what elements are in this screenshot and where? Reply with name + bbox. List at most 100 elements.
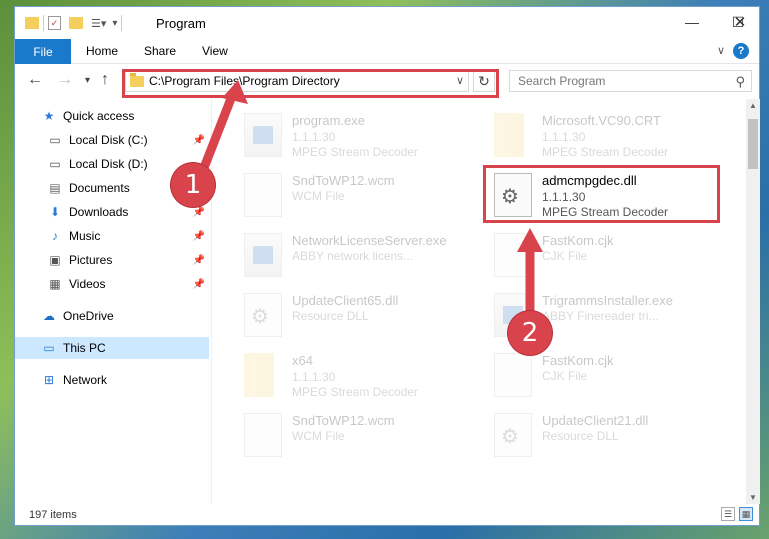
file-description: ABBY network licens... [292, 249, 414, 263]
sidebar-item-label: Local Disk (C:) [69, 133, 148, 147]
file-item[interactable]: ⚙ UpdateClient65.dll Resource DLL [234, 287, 474, 343]
file-item[interactable]: NetworkLicenseServer.exe ABBY network li… [234, 227, 474, 283]
sidebar-item-label: Downloads [69, 205, 129, 219]
exe-icon [244, 233, 282, 277]
file-item[interactable]: FastKom.cjk CJK File [484, 227, 724, 283]
window-title: Program [156, 16, 206, 31]
file-item[interactable]: SndToWP12.wcm WCM File [234, 407, 474, 463]
file-description: MPEG Stream Decoder [542, 145, 669, 159]
tiles-view-icon[interactable]: ▦ [739, 507, 753, 521]
expand-ribbon-icon[interactable]: ∨ [717, 44, 725, 57]
back-arrow-icon[interactable]: ← [27, 71, 43, 89]
customize-toolbar-icon[interactable]: ☰▾ [91, 17, 106, 30]
up-arrow-icon[interactable]: ↑ [101, 71, 109, 89]
navigation-pane: ★ Quick access ▭ Local Disk (C:) 📌 ▭ Loc… [15, 99, 211, 504]
search-placeholder: Search Program [518, 74, 606, 88]
tab-view[interactable]: View [202, 44, 228, 58]
scroll-down-icon[interactable]: ▼ [749, 493, 757, 502]
sidebar-item-downloads[interactable]: ⬇ Downloads 📌 [15, 201, 209, 223]
file-item[interactable]: ⚙ UpdateClient21.dll Resource DLL [484, 407, 724, 463]
sidebar-item-label: Local Disk (D:) [69, 157, 148, 171]
chevron-down-icon[interactable]: ▾ [112, 18, 117, 29]
sidebar-item-label: Documents [69, 181, 130, 195]
ribbon: File Home Share View ∨ ? [15, 39, 759, 64]
file-list: program.exe 1.1.1.30 MPEG Stream Decoder… [220, 99, 745, 504]
drive-icon: ▭ [49, 133, 61, 147]
file-item[interactable]: SndToWP12.wcm WCM File [234, 167, 474, 223]
file-item[interactable]: x64 1.1.1.30 MPEG Stream Decoder [234, 347, 474, 403]
properties-icon[interactable]: ✓ [48, 16, 61, 30]
file-version: 1.1.1.30 [292, 130, 336, 144]
pin-icon: 📌 [192, 230, 205, 242]
file-name: program.exe [292, 113, 365, 128]
sidebar-item-quick-access[interactable]: ★ Quick access [15, 105, 209, 127]
file-name: SndToWP12.wcm [292, 413, 395, 428]
step-1-badge: 1 [171, 163, 215, 207]
file-icon [494, 353, 532, 397]
music-icon: ♪ [52, 229, 58, 243]
file-icon [494, 233, 532, 277]
pin-icon: 📌 [192, 134, 205, 146]
cloud-icon: ☁ [43, 309, 55, 323]
vertical-scrollbar[interactable]: ▲ ▼ [746, 99, 760, 504]
sidebar-item-music[interactable]: ♪ Music 📌 [15, 225, 209, 247]
computer-icon: ▭ [43, 341, 55, 355]
sidebar-item-videos[interactable]: ▦ Videos 📌 [15, 273, 209, 295]
file-description: ABBY Finereader tri... [542, 309, 659, 323]
pin-icon: 📌 [192, 278, 205, 290]
dll-gear-icon: ⚙ [244, 293, 282, 337]
scroll-up-icon[interactable]: ▲ [749, 101, 757, 110]
network-icon: ⊞ [43, 373, 55, 387]
sidebar-item-label: Quick access [63, 109, 135, 123]
details-view-icon[interactable]: ☰ [721, 507, 735, 521]
address-highlight-box [122, 69, 499, 98]
status-bar: 197 items ☰ ▦ [15, 504, 759, 526]
new-folder-icon[interactable] [69, 17, 83, 29]
sidebar-item-label: This PC [63, 341, 106, 355]
pin-icon: 📌 [192, 254, 205, 266]
exe-icon [244, 113, 282, 157]
file-icon [244, 173, 282, 217]
file-description: WCM File [292, 429, 345, 443]
scrollbar-thumb[interactable] [748, 119, 758, 169]
folder-icon [494, 113, 524, 157]
folder-icon [244, 353, 274, 397]
sidebar-item-onedrive[interactable]: ☁ OneDrive [15, 305, 209, 327]
sidebar-item-label: Pictures [69, 253, 113, 267]
recent-locations-icon[interactable]: ▾ [85, 75, 90, 86]
sidebar-item-label: Videos [69, 277, 106, 291]
file-item[interactable]: Microsoft.VC90.CRT 1.1.1.30 MPEG Stream … [484, 107, 724, 163]
quick-access-toolbar: ✓ ☰▾ ▾ [25, 14, 126, 32]
item-count: 197 items [29, 509, 77, 521]
tab-home[interactable]: Home [86, 44, 118, 58]
help-icon[interactable]: ? [733, 43, 749, 59]
tab-file[interactable]: File [15, 39, 71, 64]
sidebar-item-this-pc[interactable]: ▭ This PC [15, 337, 209, 359]
star-icon: ★ [43, 109, 55, 123]
file-item[interactable]: FastKom.cjk CJK File [484, 347, 724, 403]
file-name: UpdateClient21.dll [542, 413, 649, 428]
tab-share[interactable]: Share [144, 44, 176, 58]
documents-icon: ▤ [49, 181, 61, 195]
pane-divider[interactable] [211, 99, 212, 504]
file-description: Resource DLL [292, 309, 369, 323]
file-description: CJK File [542, 369, 588, 383]
sidebar-item-local-disk-c[interactable]: ▭ Local Disk (C:) 📌 [15, 129, 209, 151]
file-name: FastKom.cjk [542, 233, 614, 248]
pin-icon: 📌 [192, 206, 205, 218]
file-name: FastKom.cjk [542, 353, 614, 368]
pictures-icon: ▣ [49, 253, 61, 267]
file-item[interactable]: program.exe 1.1.1.30 MPEG Stream Decoder [234, 107, 474, 163]
search-input[interactable]: Search Program ⚲ [509, 70, 752, 92]
sidebar-item-pictures[interactable]: ▣ Pictures 📌 [15, 249, 209, 271]
forward-arrow-icon[interactable]: → [57, 71, 73, 89]
file-name: TrigrammsInstaller.exe [542, 293, 673, 308]
close-icon[interactable]: ✕ [725, 8, 755, 36]
file-description: Resource DLL [542, 429, 619, 443]
minimize-button[interactable]: — [669, 7, 715, 37]
file-description: CJK File [542, 249, 588, 263]
sidebar-item-label: Music [69, 229, 101, 243]
sidebar-item-network[interactable]: ⊞ Network [15, 369, 209, 391]
file-version: 1.1.1.30 [292, 370, 336, 384]
file-icon [244, 413, 282, 457]
